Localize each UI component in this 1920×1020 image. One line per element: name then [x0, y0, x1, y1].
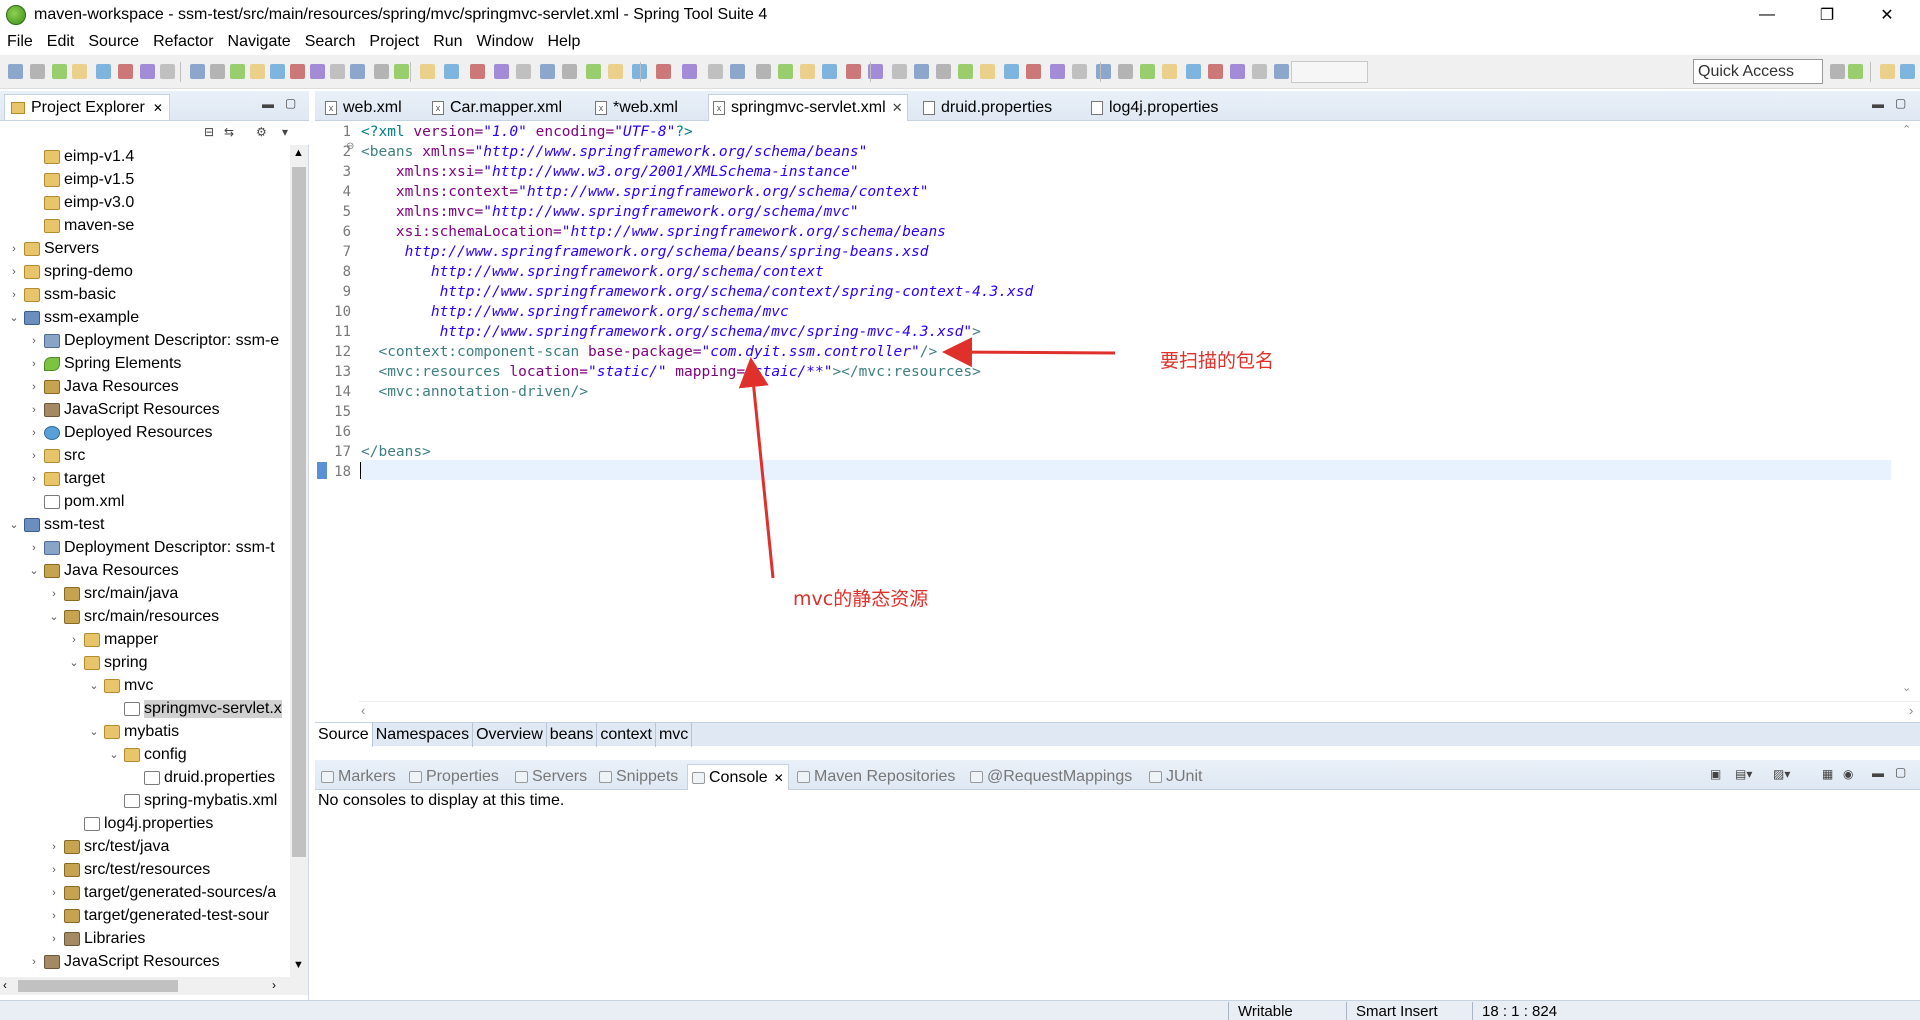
maximize-panel-icon[interactable]: ▢ [1895, 765, 1906, 779]
arrow-to-mapping [738, 357, 775, 579]
pin-console-icon[interactable]: ▣ [1710, 767, 1721, 781]
junit-icon [1149, 771, 1162, 783]
request-mappings-icon [970, 771, 983, 783]
display-console-icon[interactable]: ▤▾ [1735, 767, 1752, 781]
status-separator [1472, 1002, 1473, 1020]
console-empty-message: No consoles to display at this time. [318, 792, 565, 809]
tab-namespaces[interactable]: Namespaces [373, 722, 474, 747]
tab-label: Servers [532, 768, 588, 785]
servers-icon [515, 771, 528, 783]
arrow-to-base-package [942, 337, 1116, 368]
tab-context[interactable]: context [597, 722, 656, 747]
status-writable: Writable [1238, 1003, 1293, 1020]
tab-beans[interactable]: beans [547, 722, 598, 747]
markers-icon [321, 771, 334, 783]
maven-icon [797, 771, 810, 783]
annotation-static-resources: mvc的静态资源 [793, 588, 929, 610]
status-insert-mode: Smart Insert [1356, 1003, 1438, 1020]
tab-label: Properties [426, 768, 499, 785]
console-output: No consoles to display at this time. [315, 790, 1920, 1004]
status-separator [1346, 1002, 1347, 1020]
status-cursor-position: 18 : 1 : 824 [1482, 1003, 1558, 1020]
snippets-icon [599, 771, 612, 783]
tab-servers[interactable]: Servers [515, 764, 587, 790]
tab-overview[interactable]: Overview [473, 722, 547, 747]
open-console-icon[interactable]: ▨▾ [1773, 767, 1790, 781]
tab-label: Snippets [616, 768, 679, 785]
tab-label: JUnit [1166, 768, 1203, 785]
tab-maven-repositories[interactable]: Maven Repositories [797, 764, 955, 790]
tab-label: Console [709, 768, 768, 786]
close-tab-icon[interactable]: ✕ [774, 771, 784, 785]
bottom-panel-tabs: Markers Properties Servers Snippets Cons… [315, 760, 1920, 790]
tab-junit[interactable]: JUnit [1149, 764, 1202, 790]
properties-icon [409, 771, 422, 783]
tab-label: Maven Repositories [814, 768, 956, 785]
tab-snippets[interactable]: Snippets [599, 764, 678, 790]
status-bar: Writable Smart Insert 18 : 1 : 824 [0, 1000, 1920, 1020]
tab-markers[interactable]: Markers [321, 764, 396, 790]
tab-request-mappings[interactable]: @RequestMappings [970, 764, 1132, 790]
annotation-scan-package: 要扫描的包名 [1160, 350, 1275, 372]
console-option-icon[interactable]: ▦ [1822, 767, 1833, 781]
tab-label: @RequestMappings [987, 768, 1133, 785]
remove-launch-icon[interactable]: ◉ [1843, 767, 1853, 781]
console-icon [692, 771, 705, 784]
tab-properties[interactable]: Properties [409, 764, 499, 790]
tab-console[interactable]: Console ✕ [687, 764, 789, 790]
xml-editor-page-tabs: Source Namespaces Overview beans context… [315, 722, 1920, 747]
tab-mvc[interactable]: mvc [656, 722, 693, 747]
tab-label: Markers [338, 768, 396, 785]
status-separator [1228, 1002, 1229, 1020]
minimize-panel-icon[interactable]: ▬ [1872, 766, 1884, 780]
tab-source[interactable]: Source [315, 722, 373, 747]
